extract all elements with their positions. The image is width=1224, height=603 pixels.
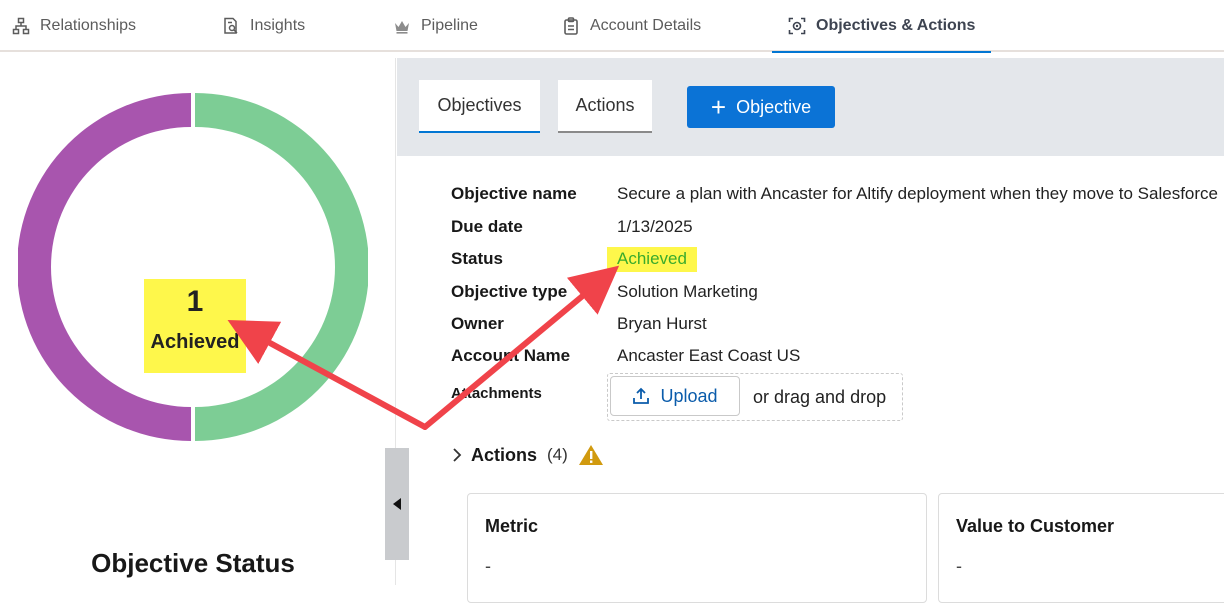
- subtab-objectives-label: Objectives: [437, 95, 522, 115]
- objective-status-donut-chart: [17, 92, 369, 442]
- field-value: Secure a plan with Ancaster for Altify d…: [617, 184, 1218, 203]
- value-to-customer-value: -: [956, 556, 962, 576]
- add-objective-label: Objective: [736, 96, 812, 117]
- nav-tab-account-details[interactable]: Account Details: [562, 0, 701, 52]
- donut-segment-achieved: [195, 93, 369, 441]
- status-value: Achieved: [607, 246, 697, 272]
- field-value: Solution Marketing: [617, 282, 758, 301]
- achieved-summary: 1 Achieved: [144, 279, 246, 373]
- field-account-name: Account Name Ancaster East Coast US: [451, 341, 800, 371]
- crown-icon: [393, 17, 411, 35]
- subtab-actions-label: Actions: [575, 95, 635, 115]
- upload-button[interactable]: Upload: [610, 376, 740, 416]
- field-label: Due date: [451, 217, 523, 236]
- metric-value: -: [485, 556, 491, 576]
- objectives-toolbar: Objectives Actions + Objective: [397, 58, 1224, 156]
- upload-icon: [632, 387, 650, 405]
- field-label: Owner: [451, 314, 504, 333]
- top-navigation: Relationships Insights Pipeline Account …: [0, 0, 1224, 53]
- achieved-label: Achieved: [150, 331, 240, 353]
- nav-tab-label: Objectives & Actions: [816, 17, 976, 34]
- upload-label: Upload: [660, 385, 718, 406]
- field-objective-type: Objective type Solution Marketing: [451, 277, 758, 307]
- actions-section-title: Actions: [471, 444, 538, 465]
- chevron-right-icon: [451, 447, 463, 463]
- field-due-date: Due date 1/13/2025: [451, 212, 693, 242]
- nav-tab-label: Pipeline: [421, 17, 478, 34]
- hierarchy-icon: [12, 17, 30, 35]
- nav-tab-objectives-actions[interactable]: Objectives & Actions: [771, 0, 992, 53]
- field-status: Status Achieved: [451, 244, 697, 274]
- drop-hint: or drag and drop: [753, 387, 887, 407]
- value-to-customer-card: Value to Customer -: [938, 493, 1224, 603]
- field-label: Account Name: [451, 346, 571, 365]
- field-value: Bryan Hurst: [617, 314, 707, 333]
- panel-title: Objective Status: [91, 548, 295, 578]
- insights-doc-icon: [222, 17, 240, 35]
- clipboard-icon: [562, 17, 580, 35]
- actions-section-toggle[interactable]: Actions (4): [451, 440, 604, 470]
- actions-count: (4): [547, 445, 568, 464]
- nav-tab-pipeline[interactable]: Pipeline: [393, 0, 478, 52]
- donut-segment-other: [17, 93, 191, 441]
- subtab-objectives[interactable]: Objectives: [419, 80, 540, 133]
- field-value: 1/13/2025: [617, 217, 693, 236]
- collapse-panel-button[interactable]: [385, 448, 409, 560]
- field-owner: Owner Bryan Hurst: [451, 309, 707, 339]
- field-label: Attachments: [451, 384, 542, 402]
- field-label: Objective name: [451, 184, 577, 203]
- nav-tab-insights[interactable]: Insights: [222, 0, 305, 52]
- achieved-count: 1: [186, 285, 204, 318]
- value-to-customer-title: Value to Customer: [956, 516, 1115, 536]
- field-value: Ancaster East Coast US: [617, 346, 801, 365]
- add-objective-button[interactable]: + Objective: [687, 86, 835, 128]
- target-icon: [788, 17, 806, 35]
- metric-title: Metric: [485, 516, 539, 536]
- donut-segments: [17, 93, 369, 441]
- field-attachments: Attachments: [451, 378, 617, 408]
- triangle-left-icon: [393, 498, 401, 510]
- attachment-drop-zone[interactable]: Upload or drag and drop: [607, 373, 903, 421]
- nav-tab-label: Account Details: [590, 17, 702, 34]
- warning-icon: [578, 444, 604, 466]
- nav-tab-label: Insights: [250, 17, 306, 34]
- nav-tab-relationships[interactable]: Relationships: [12, 0, 136, 52]
- subtab-actions[interactable]: Actions: [558, 80, 652, 133]
- field-label: Status: [451, 249, 503, 268]
- nav-tab-label: Relationships: [40, 17, 137, 34]
- metric-card: Metric -: [467, 493, 927, 603]
- field-objective-name: Objective name Secure a plan with Ancast…: [451, 179, 1218, 209]
- field-label: Objective type: [451, 282, 568, 301]
- plus-icon: +: [710, 92, 727, 122]
